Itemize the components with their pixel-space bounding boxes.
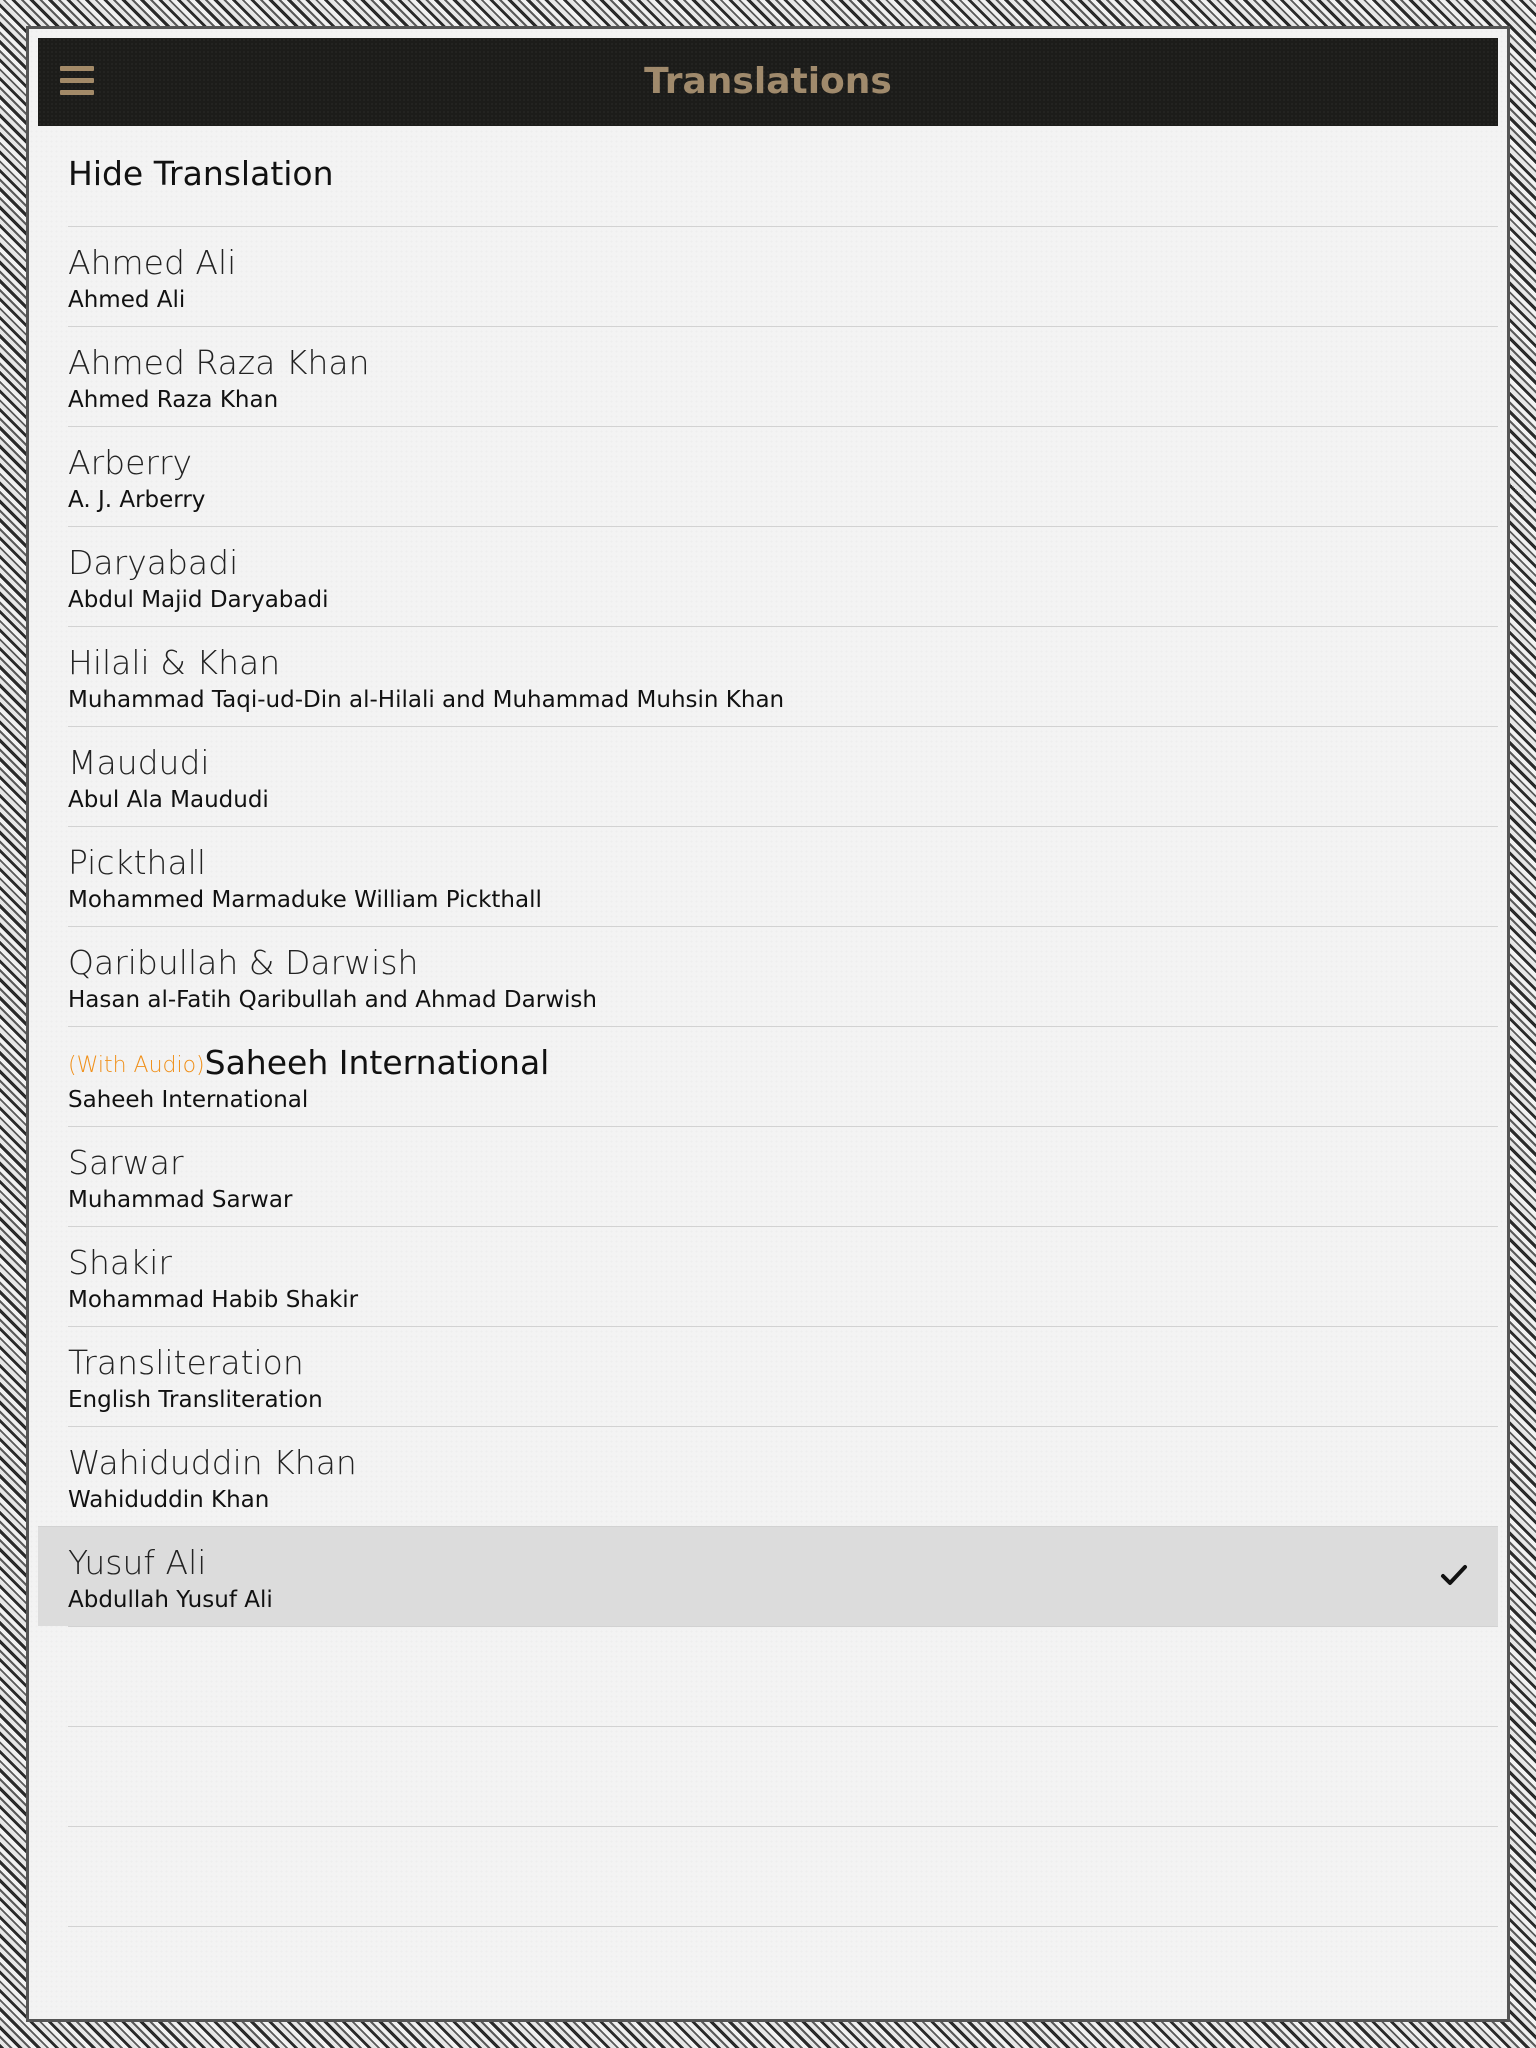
translation-author: Muhammad Taqi-ud-Din al-Hilali and Muham… xyxy=(68,687,785,713)
translation-row[interactable]: Arberry A. J. Arberry xyxy=(38,427,1498,526)
translation-author: English Transliteration xyxy=(68,1387,323,1413)
translation-name: Hilali & Khan xyxy=(68,643,281,682)
empty-row xyxy=(38,1827,1498,1926)
translation-row[interactable]: Hilali & Khan Muhammad Taqi-ud-Din al-Hi… xyxy=(38,627,1498,726)
translation-name: Ahmed Ali xyxy=(68,243,237,282)
hide-translation-label: Hide Translation xyxy=(68,154,334,193)
translation-name: Pickthall xyxy=(68,843,207,882)
translation-name: Yusuf Ali xyxy=(68,1543,207,1582)
translation-row[interactable]: Daryabadi Abdul Majid Daryabadi xyxy=(38,527,1498,626)
translation-row[interactable]: Ahmed Raza Khan Ahmed Raza Khan xyxy=(38,327,1498,426)
translation-name: Shakir xyxy=(68,1243,172,1282)
hide-translation-option[interactable]: Hide Translation xyxy=(38,126,1498,226)
translation-row[interactable]: Pickthall Mohammed Marmaduke William Pic… xyxy=(38,827,1498,926)
translation-author: Abdullah Yusuf Ali xyxy=(68,1587,273,1613)
translation-row[interactable]: Ahmed Ali Ahmed Ali xyxy=(38,227,1498,326)
divider xyxy=(68,1926,1498,1927)
translation-name: (With Audio)Saheeh International xyxy=(68,1043,549,1082)
translation-author: Ahmed Raza Khan xyxy=(68,387,279,413)
translation-author: Mohammed Marmaduke William Pickthall xyxy=(68,887,542,913)
translation-author: Mohammad Habib Shakir xyxy=(68,1287,359,1313)
empty-row xyxy=(38,1627,1498,1726)
translation-author: Saheeh International xyxy=(68,1087,309,1113)
translation-name: Wahiduddin Khan xyxy=(68,1443,357,1482)
translation-row[interactable]: (With Audio)Saheeh International Saheeh … xyxy=(38,1027,1498,1126)
translation-author: Hasan al-Fatih Qaribullah and Ahmad Darw… xyxy=(68,987,597,1013)
page-title: Translations xyxy=(644,61,892,102)
translation-row[interactable]: Maududi Abul Ala Maududi xyxy=(38,727,1498,826)
translation-name: Transliteration xyxy=(68,1343,304,1382)
translation-row-selected[interactable]: Yusuf Ali Abdullah Yusuf Ali xyxy=(38,1527,1498,1626)
translation-name: Sarwar xyxy=(68,1143,184,1182)
translation-row[interactable]: Shakir Mohammad Habib Shakir xyxy=(38,1227,1498,1326)
translation-author: Abul Ala Maududi xyxy=(68,787,269,813)
translation-row[interactable]: Qaribullah & Darwish Hasan al-Fatih Qari… xyxy=(38,927,1498,1026)
checkmark-icon xyxy=(1441,1565,1467,1585)
empty-row xyxy=(38,1727,1498,1826)
translation-author: A. J. Arberry xyxy=(68,487,206,513)
translation-list: Hide Translation Ahmed Ali Ahmed Ali Ahm… xyxy=(38,126,1498,1927)
translation-author: Ahmed Ali xyxy=(68,287,186,313)
navigation-bar: Translations xyxy=(38,38,1498,126)
translation-author: Abdul Majid Daryabadi xyxy=(68,587,329,613)
translation-author: Wahiduddin Khan xyxy=(68,1487,270,1513)
audio-tag: (With Audio) xyxy=(68,1053,205,1078)
translation-name: Maududi xyxy=(68,743,210,782)
translation-row[interactable]: Wahiduddin Khan Wahiduddin Khan xyxy=(38,1427,1498,1526)
translation-name-text: Saheeh International xyxy=(204,1043,550,1082)
translation-name: Daryabadi xyxy=(68,543,239,582)
translation-author: Muhammad Sarwar xyxy=(68,1187,293,1213)
translation-row[interactable]: Sarwar Muhammad Sarwar xyxy=(38,1127,1498,1226)
translation-name: Arberry xyxy=(68,443,193,482)
translation-row[interactable]: Transliteration English Transliteration xyxy=(38,1327,1498,1426)
translation-name: Qaribullah & Darwish xyxy=(68,943,419,982)
translation-name: Ahmed Raza Khan xyxy=(68,343,370,382)
